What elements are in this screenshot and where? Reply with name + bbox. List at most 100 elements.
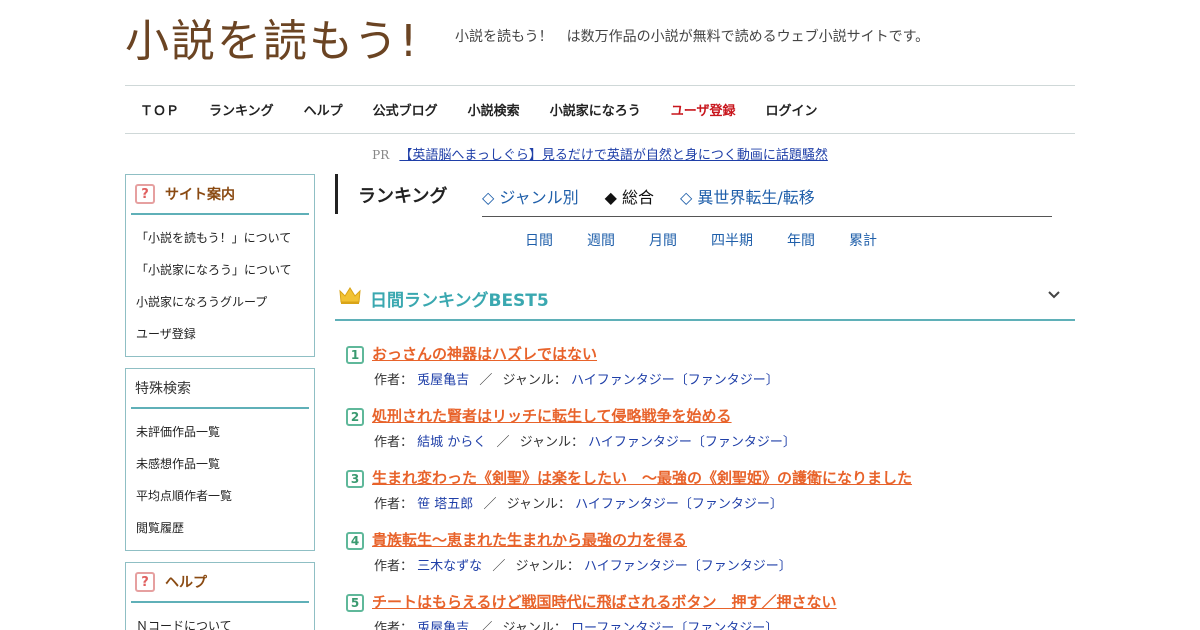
chevron-down-icon[interactable] xyxy=(1047,288,1061,304)
special-search-box: 特殊検索 未評価作品一覧 未感想作品一覧 平均点順作者一覧 閲覧履歴 xyxy=(125,368,315,551)
site-tagline: 小説を読もう！ は数万作品の小説が無料で読めるウェブ小説サイトです。 xyxy=(455,29,930,45)
rank-badge: 4 xyxy=(346,532,364,550)
genre-label: ジャンル： xyxy=(506,497,571,512)
site-guide-title: サイト案内 xyxy=(165,187,235,203)
meta-separator: ／ xyxy=(483,497,497,512)
meta-separator: ／ xyxy=(479,621,493,630)
ranking-tab-row: ランキング ◇ ジャンル別 ◆ 総合 ◇ 異世界転生/転移 xyxy=(335,174,1075,216)
nav-top[interactable]: ＴＯＰ xyxy=(140,100,179,119)
question-icon: ? xyxy=(135,572,155,592)
novel-title-link[interactable]: 処刑された賢者はリッチに転生して侵略戦争を始める xyxy=(372,405,732,426)
period-daily[interactable]: 日間 xyxy=(525,230,553,250)
rank-badge: 1 xyxy=(346,346,364,364)
ranking-section-header[interactable]: 日間ランキングBEST5 xyxy=(335,274,1075,321)
genre-link[interactable]: ハイファンタジー〔ファンタジー〕 xyxy=(584,559,792,574)
meta-separator: ／ xyxy=(496,435,510,450)
pr-label: PR xyxy=(372,148,390,162)
tab-isekai[interactable]: ◇ 異世界転生/転移 xyxy=(680,184,815,208)
novel-meta: 作者： 兎屋亀吉 ／ ジャンル： ハイファンタジー〔ファンタジー〕 xyxy=(374,369,779,388)
pr-link[interactable]: 【英語脳へまっしぐら】見るだけで英語が自然と身につく動画に話題騒然 xyxy=(399,148,827,163)
novel-meta: 作者： 兎屋亀吉 ／ ジャンル： ローファンタジー〔ファンタジー〕 xyxy=(374,617,778,630)
sidebar-item-average-score[interactable]: 平均点順作者一覧 xyxy=(131,480,309,512)
period-yearly[interactable]: 年間 xyxy=(787,230,815,250)
nav-search[interactable]: 小説検索 xyxy=(468,100,520,119)
nav-narou[interactable]: 小説家になろう xyxy=(550,100,641,119)
help-box: ? ヘルプ Ｎコードについて xyxy=(125,562,315,630)
genre-link[interactable]: ハイファンタジー〔ファンタジー〕 xyxy=(588,435,796,450)
meta-separator: ／ xyxy=(479,373,493,388)
nav-blog[interactable]: 公式ブログ xyxy=(373,100,438,119)
sidebar-item-history[interactable]: 閲覧履歴 xyxy=(131,512,309,544)
help-heading: ? ヘルプ xyxy=(131,563,309,603)
rank-badge: 3 xyxy=(346,470,364,488)
ranking-item: 5 チートはもらえるけど戦国時代に飛ばされるボタン 押す／押さない 作者： 兎屋… xyxy=(335,590,1075,630)
ranking-item: 1 おっさんの神器はハズレではない 作者： 兎屋亀吉 ／ ジャンル： ハイファン… xyxy=(335,342,1075,404)
period-quarterly[interactable]: 四半期 xyxy=(711,230,753,250)
nav-help[interactable]: ヘルプ xyxy=(304,100,343,119)
sidebar-item-no-review[interactable]: 未感想作品一覧 xyxy=(131,448,309,480)
author-label: 作者： xyxy=(374,435,414,450)
genre-label: ジャンル： xyxy=(519,435,584,450)
site-guide-heading: ? サイト案内 xyxy=(131,175,309,215)
sidebar-item-unrated[interactable]: 未評価作品一覧 xyxy=(131,416,309,448)
global-nav: ＴＯＰ ランキング ヘルプ 公式ブログ 小説検索 小説家になろう ユーザ登録 ロ… xyxy=(125,85,1075,134)
sidebar-item-about-yomou[interactable]: 「小説を読もう！」について xyxy=(131,222,309,254)
author-link[interactable]: 兎屋亀吉 xyxy=(417,373,469,388)
author-label: 作者： xyxy=(374,559,414,574)
sidebar-item-narou-group[interactable]: 小説家になろうグループ xyxy=(131,286,309,318)
ranking-section-title: 日間ランキングBEST5 xyxy=(370,291,549,311)
question-icon: ? xyxy=(135,184,155,204)
site-logo[interactable]: 小説を読もう! xyxy=(125,14,419,70)
author-link[interactable]: 笹 塔五郎 xyxy=(417,497,473,512)
tab-underline xyxy=(482,216,1052,217)
ranking-tabs: ◇ ジャンル別 ◆ 総合 ◇ 異世界転生/転移 xyxy=(482,184,841,208)
main-content: ランキング ◇ ジャンル別 ◆ 総合 ◇ 異世界転生/転移 日間 週間 月間 四… xyxy=(335,174,1075,630)
ranking-heading: ランキング xyxy=(358,186,448,207)
period-tabs: 日間 週間 月間 四半期 年間 累計 xyxy=(525,230,911,250)
help-title: ヘルプ xyxy=(165,575,207,591)
ranking-item: 4 貴族転生～恵まれた生まれから最強の力を得る 作者： 三木なずな ／ ジャンル… xyxy=(335,528,1075,590)
ranking-item: 3 生まれ変わった《剣聖》は楽をしたい ～最強の《剣聖姫》の護衛になりました 作… xyxy=(335,466,1075,528)
nav-login[interactable]: ログイン xyxy=(765,100,817,119)
period-monthly[interactable]: 月間 xyxy=(649,230,677,250)
sidebar-item-register[interactable]: ユーザ登録 xyxy=(131,318,309,350)
period-weekly[interactable]: 週間 xyxy=(587,230,615,250)
author-label: 作者： xyxy=(374,373,414,388)
rank-badge: 2 xyxy=(346,408,364,426)
special-search-title: 特殊検索 xyxy=(135,381,191,397)
meta-separator: ／ xyxy=(492,559,506,574)
genre-label: ジャンル： xyxy=(515,559,580,574)
novel-meta: 作者： 結城 からく ／ ジャンル： ハイファンタジー〔ファンタジー〕 xyxy=(374,431,796,450)
tab-overall[interactable]: ◆ 総合 xyxy=(605,184,654,208)
author-link[interactable]: 三木なずな xyxy=(417,559,482,574)
heading-bar xyxy=(335,174,338,214)
novel-title-link[interactable]: おっさんの神器はハズレではない xyxy=(372,343,597,364)
period-total[interactable]: 累計 xyxy=(849,230,877,250)
author-link[interactable]: 結城 からく xyxy=(417,435,486,450)
sidebar-item-about-narou[interactable]: 「小説家になろう」について xyxy=(131,254,309,286)
novel-title-link[interactable]: 生まれ変わった《剣聖》は楽をしたい ～最強の《剣聖姫》の護衛になりました xyxy=(372,467,912,488)
sidebar-item-ncode[interactable]: Ｎコードについて xyxy=(131,610,309,630)
special-search-heading: 特殊検索 xyxy=(131,369,309,409)
author-link[interactable]: 兎屋亀吉 xyxy=(417,621,469,630)
novel-title-link[interactable]: 貴族転生～恵まれた生まれから最強の力を得る xyxy=(372,529,687,550)
tab-genre[interactable]: ◇ ジャンル別 xyxy=(482,184,579,208)
author-label: 作者： xyxy=(374,497,414,512)
genre-label: ジャンル： xyxy=(502,373,567,388)
rank-badge: 5 xyxy=(346,594,364,612)
genre-link[interactable]: ハイファンタジー〔ファンタジー〕 xyxy=(575,497,783,512)
novel-meta: 作者： 三木なずな ／ ジャンル： ハイファンタジー〔ファンタジー〕 xyxy=(374,555,792,574)
sidebar: ? サイト案内 「小説を読もう！」について 「小説家になろう」について 小説家に… xyxy=(125,174,315,630)
pr-banner: PR 【英語脳へまっしぐら】見るだけで英語が自然と身につく動画に話題騒然 xyxy=(125,144,1075,163)
nav-register[interactable]: ユーザ登録 xyxy=(671,100,736,119)
author-label: 作者： xyxy=(374,621,414,630)
site-guide-box: ? サイト案内 「小説を読もう！」について 「小説家になろう」について 小説家に… xyxy=(125,174,315,357)
novel-meta: 作者： 笹 塔五郎 ／ ジャンル： ハイファンタジー〔ファンタジー〕 xyxy=(374,493,783,512)
crown-icon xyxy=(339,287,361,304)
ranking-item: 2 処刑された賢者はリッチに転生して侵略戦争を始める 作者： 結城 からく ／ … xyxy=(335,404,1075,466)
novel-title-link[interactable]: チートはもらえるけど戦国時代に飛ばされるボタン 押す／押さない xyxy=(372,591,837,612)
nav-ranking[interactable]: ランキング xyxy=(209,100,274,119)
genre-link[interactable]: ハイファンタジー〔ファンタジー〕 xyxy=(571,373,779,388)
genre-link[interactable]: ローファンタジー〔ファンタジー〕 xyxy=(571,621,778,630)
ranking-list: 1 おっさんの神器はハズレではない 作者： 兎屋亀吉 ／ ジャンル： ハイファン… xyxy=(335,342,1075,630)
